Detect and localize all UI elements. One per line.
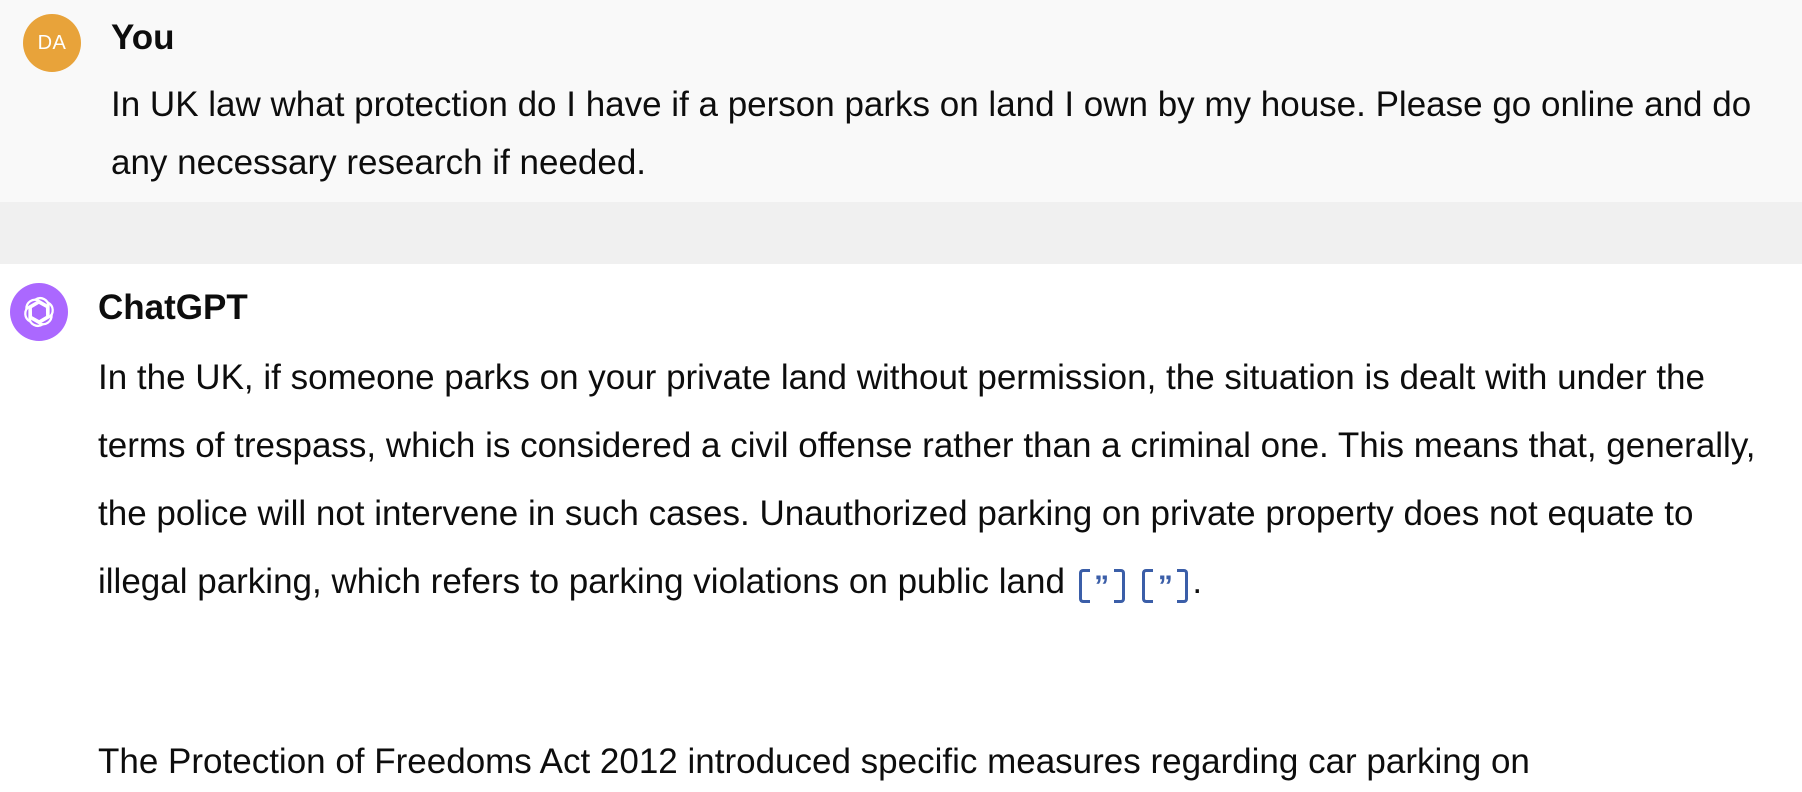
citation-link-2[interactable]: ” [1142, 567, 1189, 603]
assistant-paragraph-1: In the UK, if someone parks on your priv… [98, 344, 1788, 616]
message-separator [0, 202, 1802, 264]
user-author-label: You [111, 18, 175, 57]
assistant-paragraph-1-period: . [1192, 562, 1203, 601]
quote-icon: ” [1157, 569, 1173, 603]
citation-link-1[interactable]: ” [1078, 567, 1125, 603]
assistant-paragraph-1-text: In the UK, if someone parks on your priv… [98, 358, 1756, 601]
openai-logo-icon [24, 297, 54, 327]
assistant-author-label: ChatGPT [98, 288, 248, 327]
user-avatar-initials: DA [37, 31, 67, 54]
user-message-text: In UK law what protection do I have if a… [111, 85, 1752, 182]
quote-icon: ” [1094, 569, 1110, 603]
user-avatar: DA [23, 14, 81, 72]
assistant-avatar [10, 283, 68, 341]
assistant-paragraph-2: The Protection of Freedoms Act 2012 intr… [98, 742, 1530, 781]
